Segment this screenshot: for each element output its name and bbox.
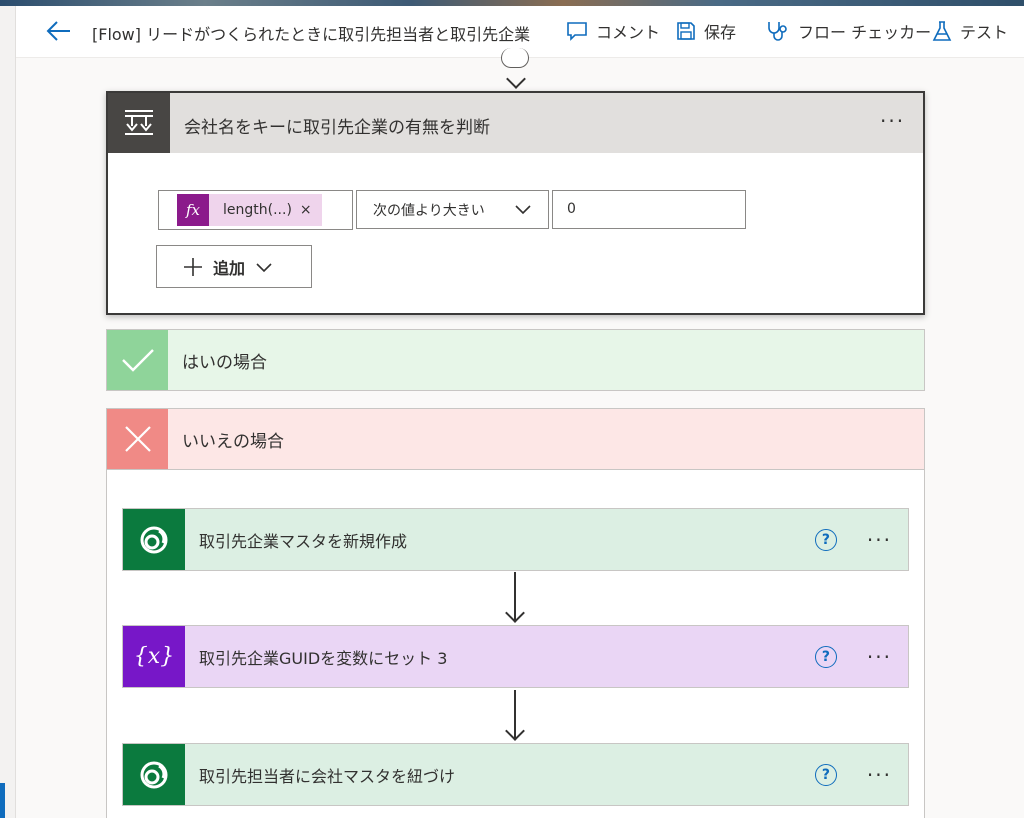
expression-token[interactable]: fx length(...) × [177, 194, 322, 226]
comment-icon [567, 22, 587, 41]
flow-checker-button[interactable]: フロー チェッカー [766, 16, 931, 46]
chevron-down-icon [256, 262, 272, 272]
save-button[interactable]: 保存 [676, 16, 736, 46]
flask-icon [932, 21, 952, 41]
action-more-button[interactable]: ··· [867, 765, 892, 785]
condition-icon [108, 93, 170, 153]
variable-icon: {x} [123, 626, 185, 687]
add-label: 追加 [213, 258, 246, 278]
help-icon[interactable]: ? [814, 645, 837, 668]
operator-value: 次の値より大きい [373, 202, 485, 219]
test-button[interactable]: テスト [932, 16, 1008, 46]
condition-header[interactable]: 会社名をキーに取引先企業の有無を判断 ··· [108, 93, 923, 153]
left-gutter [0, 6, 16, 818]
condition-right-operand[interactable]: 0 [552, 190, 746, 229]
branch-yes-label: はいの場合 [182, 352, 267, 373]
action-card[interactable]: {x} 取引先企業GUIDを変数にセット 3 ? ··· [122, 625, 909, 688]
condition-title: 会社名をキーに取引先企業の有無を判断 [184, 118, 490, 138]
flow-title: [Flow] リードがつくられたときに取引先担当者と取引先企業 [92, 25, 531, 43]
action-card[interactable]: 取引先担当者に会社マスタを紐づけ ? ··· [122, 743, 909, 806]
help-icon[interactable]: ? [814, 763, 837, 786]
condition-card: 会社名をキーに取引先企業の有無を判断 ··· fx length(...) × … [106, 91, 925, 315]
action-label: 取引先担当者に会社マスタを紐づけ [199, 766, 456, 786]
back-arrow-icon [46, 21, 70, 41]
action-label: 取引先企業GUIDを変数にセット 3 [199, 648, 448, 668]
comment-label: コメント [596, 23, 661, 42]
flow-checker-label: フロー チェッカー [798, 23, 932, 42]
action-card[interactable]: 取引先企業マスタを新規作成 ? ··· [122, 508, 909, 571]
save-label: 保存 [704, 23, 737, 42]
help-icon[interactable]: ? [814, 528, 837, 551]
fx-icon: fx [177, 194, 209, 226]
blue-edge-indicator [0, 783, 5, 818]
plus-icon [184, 257, 202, 276]
branch-yes[interactable]: はいの場合 [106, 329, 925, 391]
chevron-down-icon [515, 205, 531, 215]
action-more-button[interactable]: ··· [867, 647, 892, 667]
stethoscope-icon [768, 22, 787, 41]
action-label: 取引先企業マスタを新規作成 [199, 531, 408, 551]
operator-select[interactable]: 次の値より大きい [356, 190, 549, 229]
dataverse-icon [123, 509, 185, 570]
comment-button[interactable]: コメント [566, 16, 660, 46]
save-icon [677, 22, 695, 40]
remove-token-button[interactable]: × [300, 202, 322, 218]
dataverse-icon [123, 744, 185, 805]
cross-icon [107, 409, 168, 469]
test-label: テスト [960, 23, 1009, 42]
branch-no[interactable]: いいえの場合 [106, 408, 925, 470]
add-condition-button[interactable]: 追加 [156, 245, 312, 288]
variable-icon-text: {x} [133, 644, 175, 669]
insert-step-button[interactable] [501, 48, 529, 68]
back-button[interactable] [44, 18, 74, 44]
action-more-button[interactable]: ··· [867, 530, 892, 550]
condition-more-button[interactable]: ··· [880, 111, 905, 131]
condition-left-operand[interactable]: fx length(...) × [158, 190, 353, 230]
branch-no-label: いいえの場合 [182, 431, 284, 452]
check-icon [107, 330, 168, 390]
expression-token-text: length(...) [223, 202, 292, 218]
